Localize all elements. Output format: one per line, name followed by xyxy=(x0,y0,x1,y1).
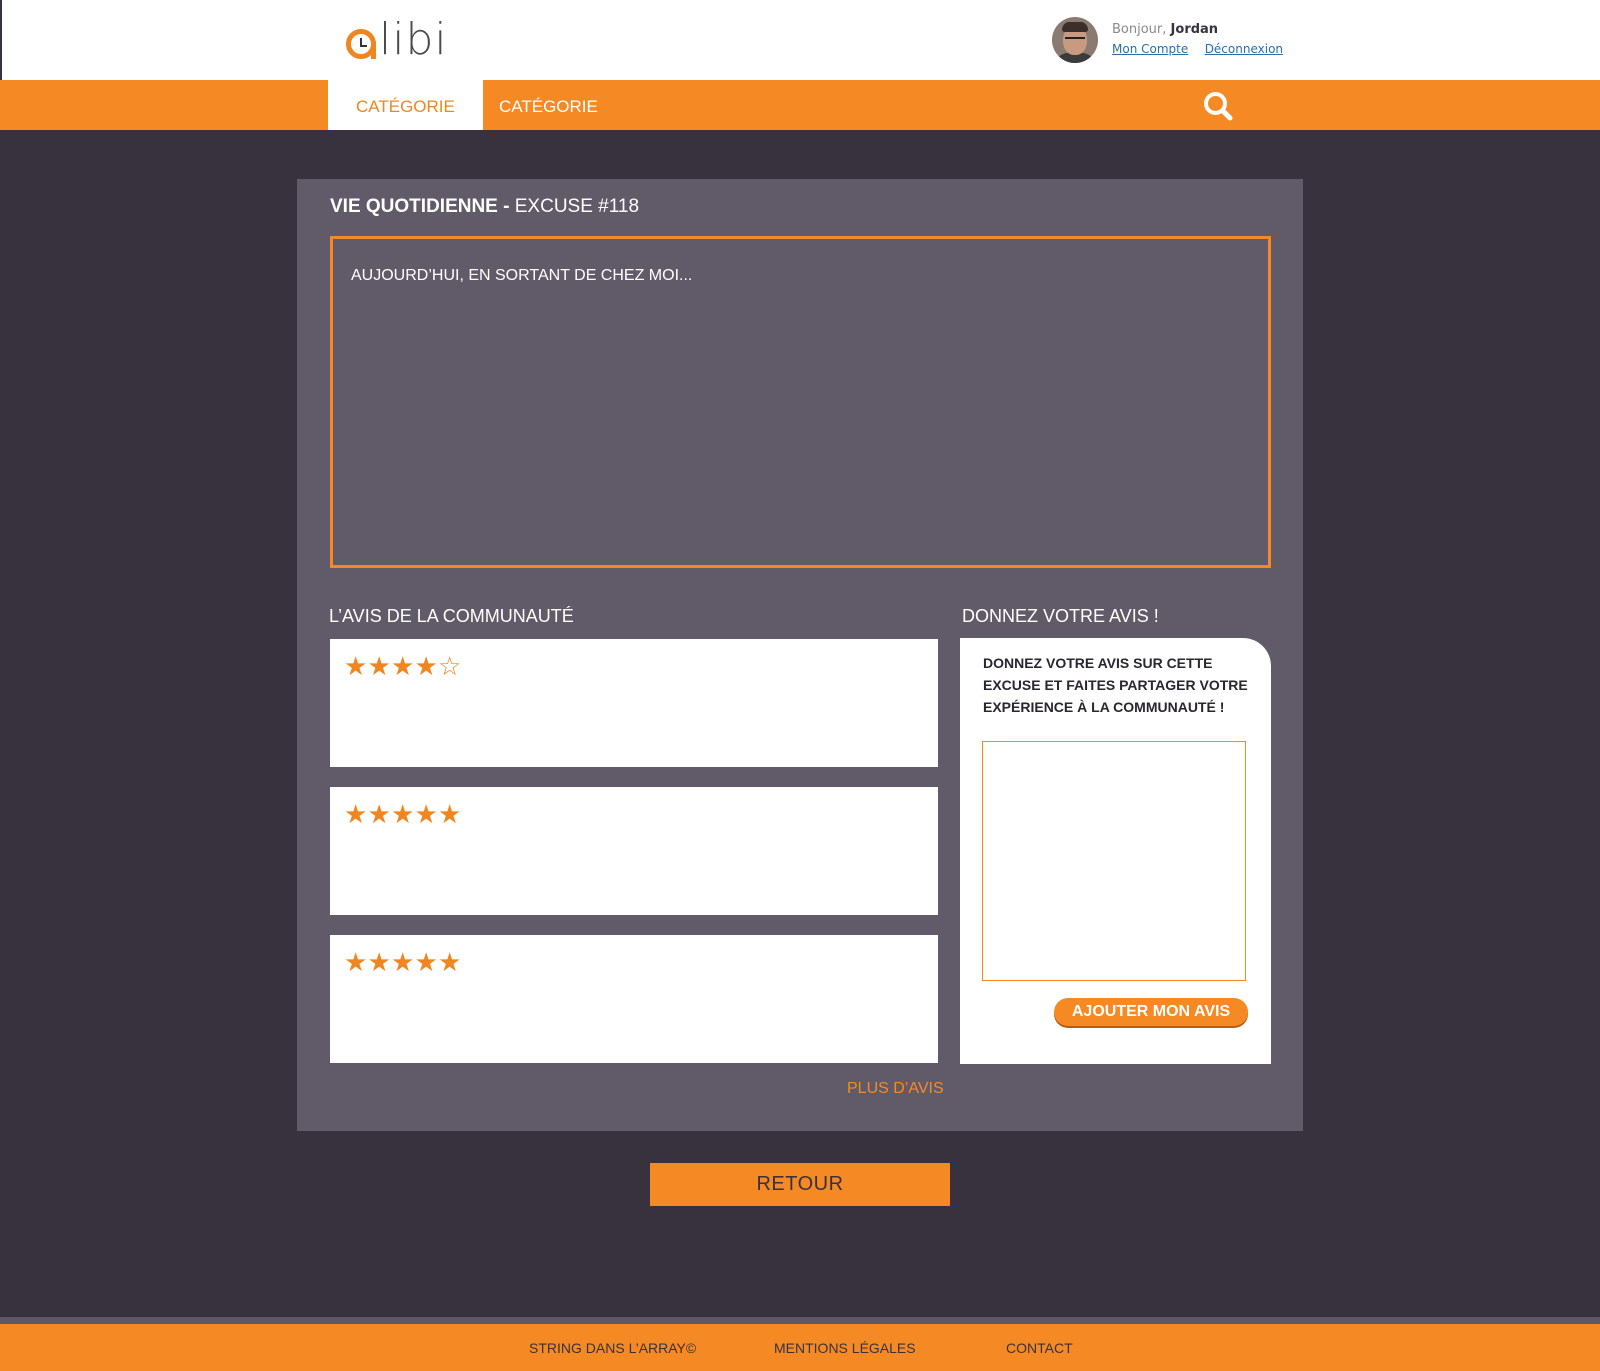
page-title: VIE QUOTIDIENNE - EXCUSE #118 xyxy=(330,196,639,218)
star-rating: ★ ★ ★ ★ ☆ xyxy=(344,653,462,679)
logo-text: libi xyxy=(379,14,448,65)
user-panel: Bonjour, Jordan Mon Compte Déconnexion xyxy=(1052,17,1295,63)
star-filled-icon: ★ xyxy=(438,799,462,829)
greeting: Bonjour, Jordan xyxy=(1112,22,1295,37)
footer: STRING DANS L’ARRAY© MENTIONS LÉGALES CO… xyxy=(0,1324,1600,1371)
footer-contact-link[interactable]: CONTACT xyxy=(1006,1340,1073,1356)
star-filled-icon: ★ xyxy=(438,947,462,977)
more-reviews-link[interactable]: PLUS D’AVIS xyxy=(847,1080,944,1098)
review-card: ★ ★ ★ ★ ★ xyxy=(330,935,938,1063)
give-review-title: DONNEZ VOTRE AVIS ! xyxy=(962,606,1159,626)
star-filled-icon: ★ xyxy=(367,651,391,681)
excuse-content-box: AUJOURD’HUI, EN SORTANT DE CHEZ MOI... xyxy=(330,236,1271,568)
review-card: ★ ★ ★ ★ ☆ xyxy=(330,639,938,767)
greeting-prefix: Bonjour, xyxy=(1112,22,1167,37)
excuse-number: EXCUSE #118 xyxy=(514,196,640,217)
star-filled-icon: ★ xyxy=(391,799,415,829)
footer-divider xyxy=(0,1317,1600,1324)
search-icon[interactable] xyxy=(1203,91,1233,121)
star-filled-icon: ★ xyxy=(367,799,391,829)
back-button[interactable]: RETOUR xyxy=(650,1163,950,1206)
star-rating: ★ ★ ★ ★ ★ xyxy=(344,949,462,975)
star-filled-icon: ★ xyxy=(391,651,415,681)
tab-category-2[interactable]: CATÉGORIE xyxy=(471,80,626,130)
star-filled-icon: ★ xyxy=(391,947,415,977)
excuse-text: AUJOURD’HUI, EN SORTANT DE CHEZ MOI... xyxy=(351,267,693,284)
star-filled-icon: ★ xyxy=(344,799,368,829)
tab-category-1[interactable]: CATÉGORIE xyxy=(328,80,483,130)
star-rating: ★ ★ ★ ★ ★ xyxy=(344,801,462,827)
user-name: Jordan xyxy=(1170,22,1219,37)
nav-bar: CATÉGORIE CATÉGORIE xyxy=(0,80,1600,130)
header: libi Bonjour, Jordan Mon Compte Déconnex… xyxy=(0,0,1600,80)
review-prompt: DONNEZ VOTRE AVIS SUR CETTE EXCUSE ET FA… xyxy=(983,655,1248,715)
star-filled-icon: ★ xyxy=(414,799,438,829)
star-empty-icon: ☆ xyxy=(438,651,462,681)
logo[interactable]: libi xyxy=(346,12,448,62)
star-filled-icon: ★ xyxy=(344,947,368,977)
review-form: DONNEZ VOTRE AVIS SUR CETTE EXCUSE ET FA… xyxy=(960,638,1271,1064)
footer-legal-link[interactable]: MENTIONS LÉGALES xyxy=(774,1340,916,1356)
footer-copyright: STRING DANS L’ARRAY© xyxy=(529,1340,697,1356)
review-card: ★ ★ ★ ★ ★ xyxy=(330,787,938,915)
star-filled-icon: ★ xyxy=(367,947,391,977)
logout-link[interactable]: Déconnexion xyxy=(1205,42,1283,56)
clock-icon xyxy=(346,29,376,59)
star-filled-icon: ★ xyxy=(414,947,438,977)
avatar[interactable] xyxy=(1052,17,1098,63)
review-textarea[interactable] xyxy=(982,741,1246,981)
excuse-category: VIE QUOTIDIENNE - xyxy=(330,196,510,217)
community-title: L’AVIS DE LA COMMUNAUTÉ xyxy=(329,606,574,626)
excuse-panel: VIE QUOTIDIENNE - EXCUSE #118 AUJOURD’HU… xyxy=(297,179,1303,1131)
star-filled-icon: ★ xyxy=(414,651,438,681)
star-filled-icon: ★ xyxy=(344,651,368,681)
account-link[interactable]: Mon Compte xyxy=(1112,42,1188,56)
add-review-button[interactable]: AJOUTER MON AVIS xyxy=(1054,998,1248,1026)
